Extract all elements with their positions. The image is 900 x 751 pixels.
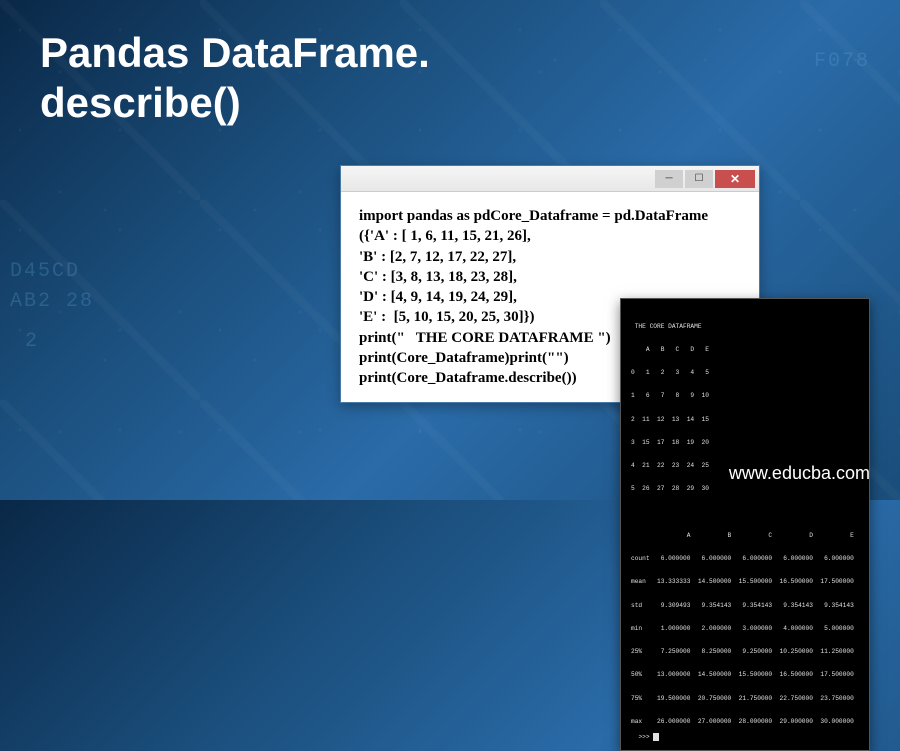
minimize-button[interactable]: ─	[655, 170, 683, 188]
describe-row: 25% 7.250000 8.250000 9.250000 10.250000…	[631, 648, 859, 656]
describe-row: min 1.000000 2.000000 3.000000 4.000000 …	[631, 625, 859, 633]
describe-row: max 26.000000 27.000000 28.000000 29.000…	[631, 718, 859, 726]
maximize-button[interactable]: ☐	[685, 170, 713, 188]
decorative-hex: 2	[25, 330, 39, 353]
describe-row: 75% 19.500000 20.750000 21.750000 22.750…	[631, 695, 859, 703]
title-line-1: Pandas DataFrame.	[40, 28, 430, 78]
website-url: www.educba.com	[729, 463, 870, 484]
prompt: >>>	[638, 734, 653, 741]
decorative-hex: D45CD	[10, 260, 80, 283]
decorative-hex: AB2 28	[10, 290, 94, 313]
table-row: 1 6 7 8 9 10	[631, 392, 859, 400]
close-button[interactable]: ✕	[715, 170, 755, 188]
output-header: THE CORE DATAFRAME	[631, 323, 859, 331]
describe-row: count 6.000000 6.000000 6.000000 6.00000…	[631, 555, 859, 563]
table-row: 0 1 2 3 4 5	[631, 369, 859, 377]
table-header: A B C D E	[631, 346, 859, 354]
blank-line	[631, 509, 859, 517]
table-row: 2 11 12 13 14 15	[631, 416, 859, 424]
page-title: Pandas DataFrame. describe()	[40, 28, 430, 129]
title-line-2: describe()	[40, 78, 430, 128]
table-row: 3 15 17 18 19 20	[631, 439, 859, 447]
terminal-output-window: THE CORE DATAFRAME A B C D E 0 1 2 3 4 5…	[620, 298, 870, 751]
cursor-icon	[653, 733, 659, 741]
describe-row: 50% 13.000000 14.500000 15.500000 16.500…	[631, 671, 859, 679]
describe-row: std 9.309493 9.354143 9.354143 9.354143 …	[631, 602, 859, 610]
window-titlebar: ─ ☐ ✕	[341, 166, 759, 192]
describe-header: A B C D E	[631, 532, 859, 540]
describe-row: mean 13.333333 14.500000 15.500000 16.50…	[631, 578, 859, 586]
decorative-hex: F078	[814, 50, 870, 73]
table-row: 5 26 27 28 29 30	[631, 485, 859, 493]
